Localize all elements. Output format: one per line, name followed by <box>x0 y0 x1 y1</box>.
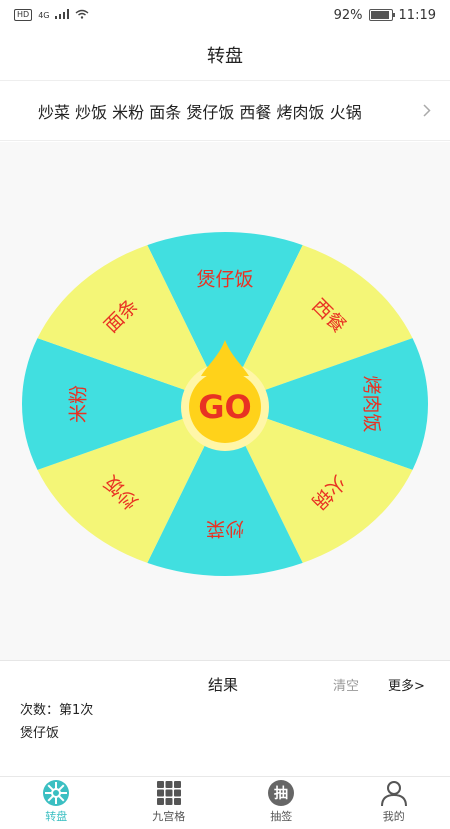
go-label: GO <box>198 388 251 426</box>
status-left: HD 4G <box>14 8 89 23</box>
status-bar: HD 4G 92% 11:19 <box>0 0 450 30</box>
title-bar: 转盘 <box>0 30 450 81</box>
result-section: 结果 清空 更多> 次数：第1次 煲仔饭 <box>0 660 450 777</box>
tab-profile[interactable]: 我的 <box>338 777 450 829</box>
network-type: 4G <box>38 11 49 20</box>
clock: 11:19 <box>399 8 436 23</box>
wheel-segment-label: 煲仔饭 <box>196 269 253 291</box>
result-value: 煲仔饭 <box>20 722 59 741</box>
wheel[interactable]: 煲仔饭西餐烤肉饭火锅炒菜炒饭米粉面条GO <box>0 142 450 660</box>
page-title: 转盘 <box>207 42 243 68</box>
tab-grid[interactable]: 九宫格 <box>113 777 226 829</box>
tab-wheel[interactable]: 转盘 <box>0 777 113 829</box>
category-list: 炒菜 炒饭 米粉 面条 煲仔饭 西餐 烤肉饭 火锅 <box>38 99 420 123</box>
more-button[interactable]: 更多> <box>388 675 425 694</box>
wheel-segment-label: 炒菜 <box>206 517 244 539</box>
draw-count: 次数：第1次 <box>20 699 93 718</box>
tab-label: 我的 <box>383 808 405 824</box>
tab-label: 转盘 <box>45 808 67 824</box>
chevron-right-icon[interactable] <box>420 104 434 118</box>
battery-icon <box>369 9 393 21</box>
tab-label: 抽签 <box>270 808 292 824</box>
wheel-icon <box>42 779 70 807</box>
status-right: 92% 11:19 <box>334 8 436 23</box>
wheel-segment-label: 烤肉饭 <box>361 375 383 432</box>
tab-bar: 转盘 九宫格 抽 抽签 我的 <box>0 776 450 829</box>
battery-fill <box>371 11 389 19</box>
category-bar[interactable]: 炒菜 炒饭 米粉 面条 煲仔饭 西餐 烤肉饭 火锅 <box>0 81 450 141</box>
wifi-icon <box>75 8 89 23</box>
hd-badge: HD <box>14 9 32 21</box>
draw-icon: 抽 <box>267 779 295 807</box>
battery-percent: 92% <box>334 8 363 23</box>
wheel-segment-label: 米粉 <box>67 385 89 423</box>
tab-draw[interactable]: 抽 抽签 <box>225 777 338 829</box>
wheel-area: 煲仔饭西餐烤肉饭火锅炒菜炒饭米粉面条GO <box>0 142 450 660</box>
person-icon <box>380 779 408 807</box>
clear-button[interactable]: 清空 <box>333 675 359 694</box>
result-title: 结果 <box>208 674 238 695</box>
tab-label: 九宫格 <box>152 808 185 824</box>
grid-icon <box>155 779 183 807</box>
draw-icon-glyph: 抽 <box>274 785 288 802</box>
signal-icon <box>55 8 69 23</box>
